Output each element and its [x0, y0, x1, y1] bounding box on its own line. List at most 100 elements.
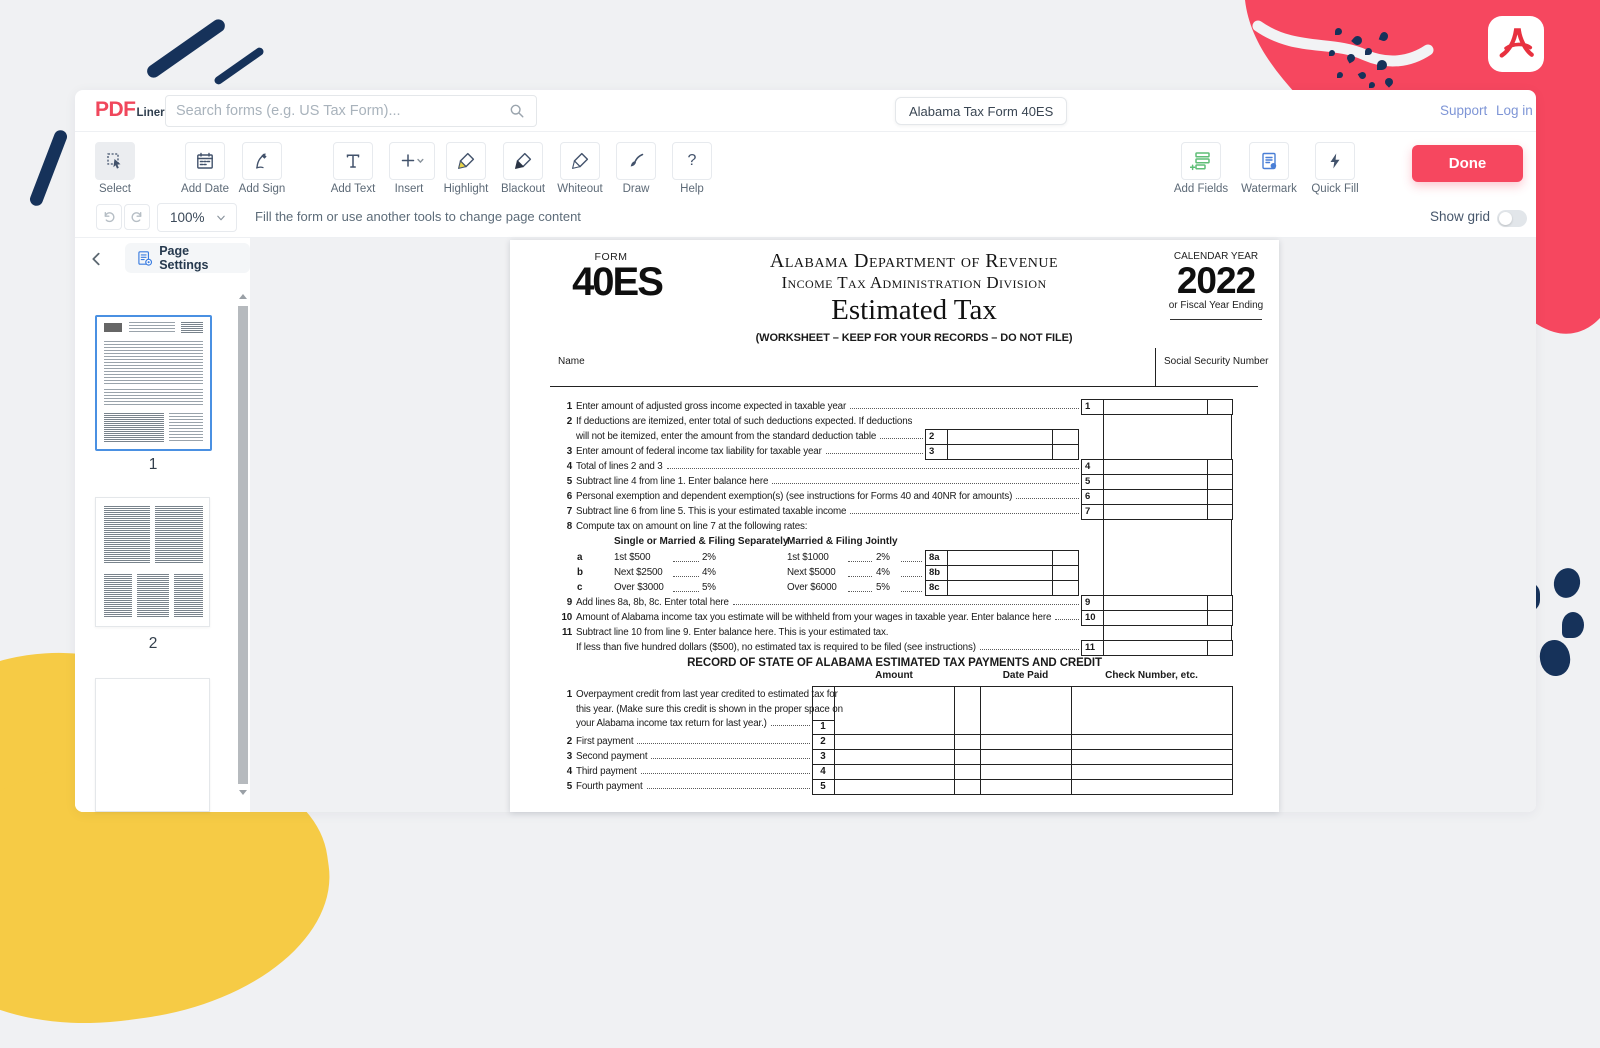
blackout-button[interactable]	[503, 142, 543, 180]
amount-field	[947, 444, 1053, 460]
name-label: Name	[558, 356, 585, 367]
dot-leader	[673, 576, 699, 577]
show-grid-toggle[interactable]	[1497, 210, 1527, 227]
record-box-number: 4	[812, 766, 834, 777]
page-1-thumbnail[interactable]	[95, 315, 212, 451]
add-date-label: Add Date	[181, 183, 229, 195]
record-row-text: Fourth payment	[576, 781, 812, 793]
quick-fill-button[interactable]	[1315, 142, 1355, 180]
page-2-label[interactable]: 2	[95, 635, 211, 653]
pdfliner-logo[interactable]: PDFLiner	[95, 98, 165, 122]
table-line	[1071, 686, 1072, 794]
login-link[interactable]: Log in	[1496, 103, 1533, 118]
add-text-button[interactable]	[333, 142, 373, 180]
add-fields-button[interactable]	[1181, 142, 1221, 180]
empty-span-box	[1103, 520, 1232, 595]
dot-leader	[673, 561, 699, 562]
page-toolbar: 100% Fill the form or use another tools …	[75, 196, 1536, 238]
search-icon[interactable]	[508, 102, 526, 120]
thumb-footer-lines	[169, 413, 203, 443]
rate-amount: Next $5000	[787, 567, 836, 578]
form-field-box: 5	[1081, 474, 1104, 490]
cents-field	[1207, 610, 1233, 626]
amount-field	[1103, 504, 1208, 520]
help-label: Help	[680, 183, 704, 195]
calendar-year-block: CALENDAR YEAR 2022 or Fiscal Year Ending	[1156, 251, 1276, 320]
app-header: PDFLiner Alabama Tax Form 40ES Support L…	[75, 90, 1536, 132]
add-sign-button[interactable]	[242, 142, 282, 180]
draw-button[interactable]	[616, 142, 656, 180]
page-3-thumbnail[interactable]	[95, 678, 210, 812]
table-line	[812, 779, 1233, 780]
scroll-up-icon[interactable]	[239, 294, 247, 299]
thumb-year-block	[181, 322, 203, 334]
record-row-text: your Alabama income tax return for last …	[576, 718, 812, 730]
watermark-button[interactable]	[1249, 142, 1289, 180]
scroll-down-icon[interactable]	[239, 790, 247, 795]
redo-button[interactable]	[124, 204, 150, 230]
page-settings-button[interactable]: Page Settings	[125, 243, 250, 273]
form-line: Add lines 8a, 8b, 8c. Enter total here	[576, 597, 1081, 609]
insert-button[interactable]	[389, 142, 435, 180]
add-date-button[interactable]	[185, 142, 225, 180]
thumb-dense-column	[174, 574, 203, 618]
thumb-dense-column	[104, 574, 132, 618]
highlight-brush-icon	[456, 151, 476, 171]
current-form-chip: Alabama Tax Form 40ES	[895, 97, 1067, 125]
record-box-number: 1	[812, 721, 834, 732]
quick-fill-label: Quick Fill	[1311, 183, 1358, 195]
form-subtitle: (WORKSHEET – KEEP FOR YOUR RECORDS – DO …	[644, 332, 1184, 344]
amount-field	[947, 429, 1053, 445]
rate-amount: 1st $500	[614, 552, 650, 563]
highlight-button[interactable]	[446, 142, 486, 180]
search-form-container	[165, 95, 537, 127]
record-row-number: 3	[557, 751, 572, 762]
pages-sidebar: Page Settings 1 2	[75, 238, 250, 812]
add-sign-label: Add Sign	[239, 183, 286, 195]
sidebar-scrollbar[interactable]	[236, 290, 250, 800]
ink-blobs-decoration	[1528, 568, 1598, 678]
search-input[interactable]	[176, 103, 508, 119]
thumb-body-lines	[104, 341, 203, 385]
form-field-box: 8c	[925, 580, 948, 596]
collapse-sidebar-button[interactable]	[83, 246, 109, 272]
dot-leader	[901, 591, 922, 592]
select-tool-button[interactable]	[95, 142, 135, 180]
form-field-box: 4	[1081, 459, 1104, 475]
help-button[interactable]: ?	[672, 142, 712, 180]
fiscal-year-line	[1170, 319, 1262, 320]
redo-icon	[129, 209, 145, 225]
record-row-number: 4	[557, 766, 572, 777]
cents-field	[1052, 444, 1079, 460]
blackout-label: Blackout	[501, 183, 545, 195]
zoom-level-select[interactable]: 100%	[157, 203, 237, 232]
record-row-text: Third payment	[576, 766, 812, 778]
page-1-label[interactable]: 1	[95, 456, 211, 474]
select-tool-label: Select	[99, 183, 131, 195]
rate-letter: b	[577, 567, 583, 578]
record-row-text: this year. (Make sure this credit is sho…	[576, 704, 812, 716]
whiteout-button[interactable]	[560, 142, 600, 180]
dept-line-2: Income Tax Administration Division	[644, 273, 1184, 293]
thumb-text-column	[155, 506, 203, 564]
line-number: 9	[557, 597, 572, 608]
thumb-form-number	[104, 323, 122, 332]
pdf-page: FORM 40ES Alabama Department of Revenue …	[510, 240, 1279, 812]
record-row-number: 2	[557, 736, 572, 747]
form-field-box: 11	[1081, 640, 1104, 656]
calendar-icon	[195, 151, 215, 171]
done-button[interactable]: Done	[1412, 145, 1523, 182]
cents-field	[1052, 429, 1079, 445]
record-box-number: 3	[812, 751, 834, 762]
whiteout-label: Whiteout	[557, 183, 602, 195]
form-line: Subtract line 6 from line 5. This is you…	[576, 506, 1081, 518]
line-number: 11	[557, 627, 572, 638]
dot-leader	[848, 576, 872, 577]
form-field-box: 8a	[925, 550, 948, 566]
support-link[interactable]: Support	[1440, 103, 1487, 118]
page-2-thumbnail[interactable]	[95, 497, 210, 627]
scrollbar-thumb[interactable]	[238, 306, 248, 784]
table-line	[812, 764, 1233, 765]
undo-button[interactable]	[96, 204, 122, 230]
table-line	[812, 734, 1233, 735]
